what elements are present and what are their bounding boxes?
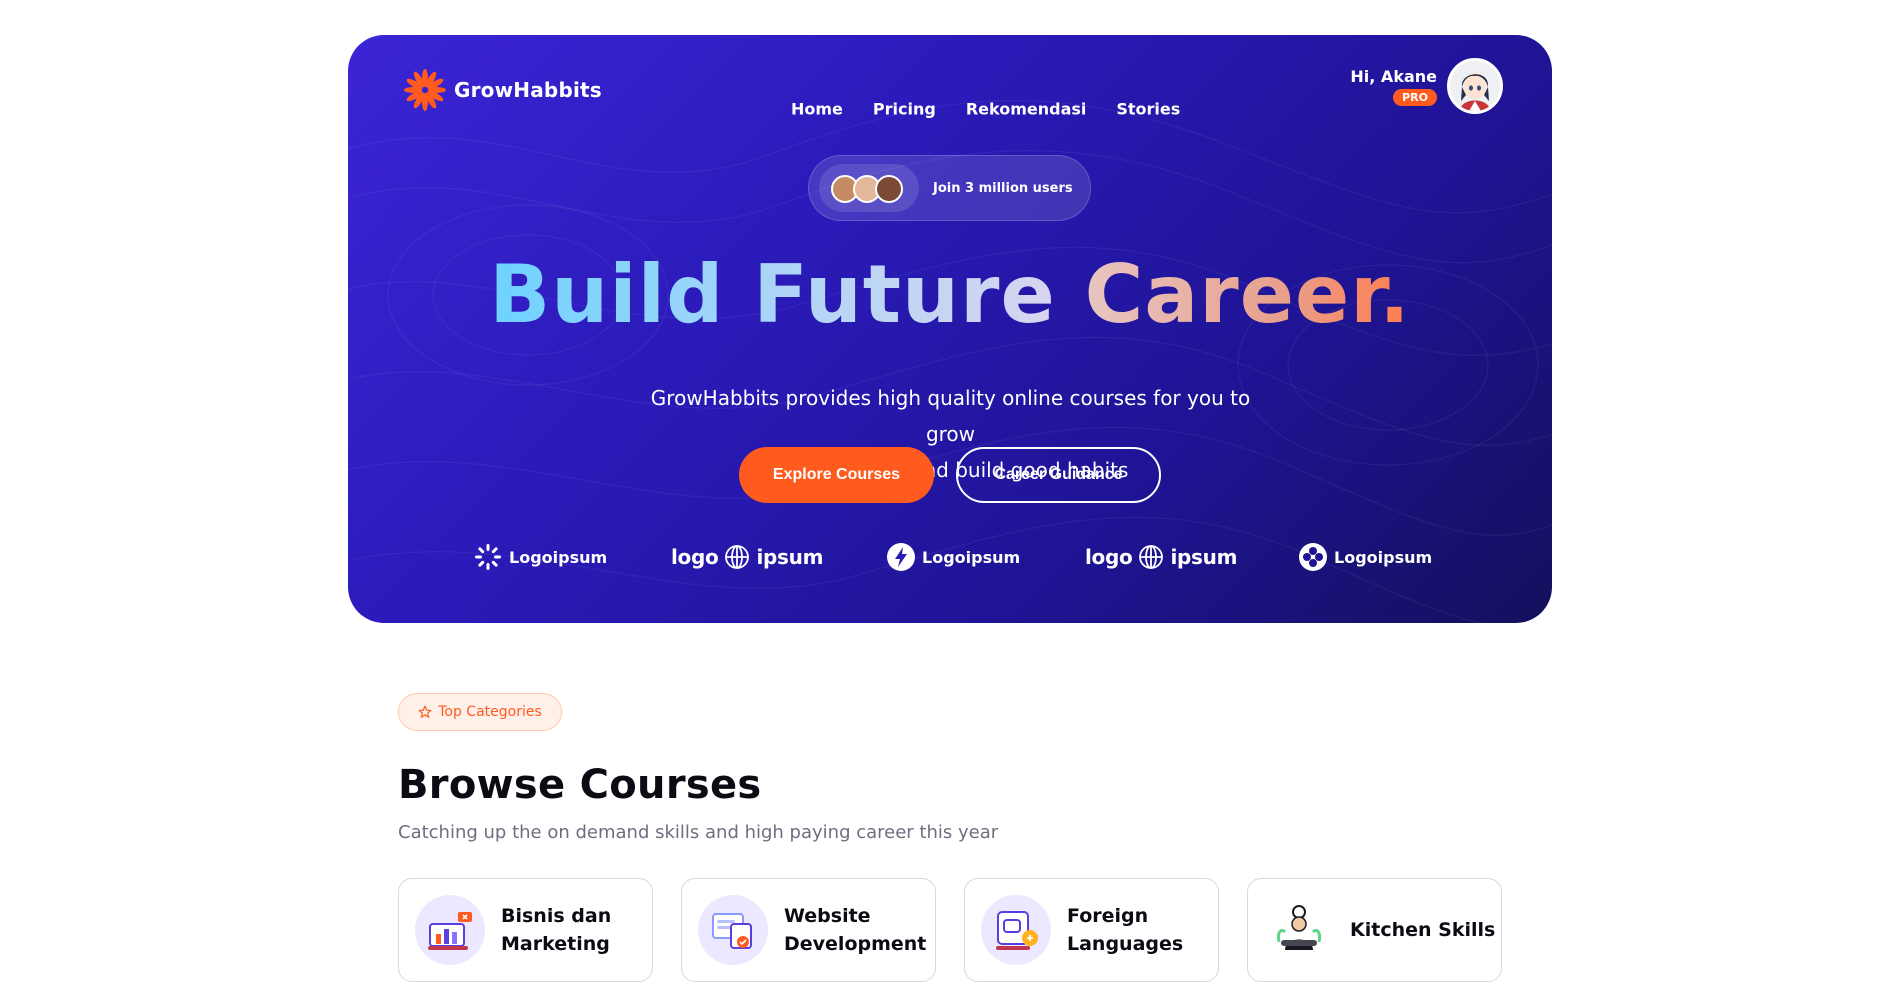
partner-logo-text-a: logo bbox=[671, 545, 719, 569]
top-categories-label: Top Categories bbox=[438, 704, 542, 720]
partner-logo-2: logo ipsum bbox=[671, 537, 823, 577]
category-label-line-1: Kitchen Skills bbox=[1350, 919, 1496, 941]
category-label-line-2: Languages bbox=[1067, 933, 1184, 955]
web-dev-icon bbox=[698, 895, 768, 965]
category-label-line-2: Development bbox=[784, 933, 927, 955]
partner-logo-1: Logoipsum bbox=[473, 537, 607, 577]
star-icon bbox=[418, 705, 432, 718]
partner-logos: Logoipsum logo ipsum Logoipsum logo ipsu… bbox=[348, 537, 1552, 577]
category-label-line-1: Website bbox=[784, 905, 871, 927]
user-faces-group bbox=[819, 164, 919, 212]
partner-logo-text-b: ipsum bbox=[756, 545, 824, 569]
hero-headline: Build Future Career. bbox=[348, 250, 1552, 340]
explore-courses-button[interactable]: Explore Courses bbox=[739, 447, 934, 503]
join-users-pill: Join 3 million users bbox=[808, 155, 1091, 221]
partner-logo-text: Logoipsum bbox=[1334, 547, 1433, 567]
category-label: Kitchen Skills bbox=[1350, 916, 1500, 944]
user-greeting: Hi, Akane bbox=[1350, 66, 1437, 86]
partner-logo-4: logo ipsum bbox=[1085, 537, 1237, 577]
nav-stories[interactable]: Stories bbox=[1116, 100, 1180, 119]
category-label-line-2: Marketing bbox=[501, 933, 610, 955]
category-card-bisnis-marketing[interactable]: Bisnis dan Marketing bbox=[398, 878, 653, 982]
hero-subtitle-line-1: GrowHabbits provides high quality online… bbox=[650, 386, 1251, 446]
bolt-icon bbox=[887, 543, 915, 571]
category-label-line-1: Bisnis dan bbox=[501, 905, 612, 927]
clover-icon bbox=[1299, 543, 1327, 571]
translate-icon bbox=[981, 895, 1051, 965]
partner-logo-text: Logoipsum bbox=[509, 547, 608, 567]
category-label-line-1: Foreign bbox=[1067, 905, 1149, 927]
user-face-icon bbox=[875, 175, 903, 203]
user-avatar-icon bbox=[1450, 61, 1500, 111]
avatar[interactable] bbox=[1447, 58, 1503, 114]
hero-banner: GrowHabbits Home Pricing Rekomendasi Sto… bbox=[348, 35, 1552, 623]
headline-part-1: Build Future bbox=[489, 248, 1056, 341]
top-navigation: GrowHabbits Home Pricing Rekomendasi Sto… bbox=[348, 35, 1552, 145]
user-info: Hi, Akane PRO bbox=[1350, 67, 1437, 106]
nav-pricing[interactable]: Pricing bbox=[873, 100, 936, 119]
partner-logo-text-b: ipsum bbox=[1170, 545, 1238, 569]
brand-name: GrowHabbits bbox=[454, 78, 602, 102]
section-title: Browse Courses bbox=[398, 762, 762, 808]
partner-logo-3: Logoipsum bbox=[886, 537, 1020, 577]
career-guidance-button[interactable]: Career Guidance bbox=[956, 447, 1161, 503]
category-card-kitchen-skills[interactable]: Kitchen Skills bbox=[1247, 878, 1502, 982]
pro-badge: PRO bbox=[1393, 88, 1437, 106]
category-label: Website Development bbox=[784, 902, 934, 958]
section-subtitle: Catching up the on demand skills and hig… bbox=[398, 822, 999, 843]
partner-logo-text: Logoipsum bbox=[922, 547, 1021, 567]
chart-icon bbox=[415, 895, 485, 965]
user-profile[interactable]: Hi, Akane PRO bbox=[1350, 58, 1503, 114]
hero-subtitle-line-2: your Hobbies and build good habits bbox=[772, 458, 1129, 482]
nav-home[interactable]: Home bbox=[791, 100, 843, 119]
partner-logo-5: Logoipsum bbox=[1298, 537, 1432, 577]
main-menu: Home Pricing Rekomendasi Stories bbox=[791, 100, 1180, 119]
sunburst-logo-icon bbox=[404, 69, 446, 111]
headline-part-2: Career. bbox=[1084, 248, 1411, 341]
category-card-foreign-languages[interactable]: Foreign Languages bbox=[964, 878, 1219, 982]
category-card-website-development[interactable]: Website Development bbox=[681, 878, 936, 982]
hero-subtitle: GrowHabbits provides high quality online… bbox=[628, 380, 1273, 488]
category-label: Foreign Languages bbox=[1067, 902, 1217, 958]
join-label: Join 3 million users bbox=[933, 180, 1073, 196]
globe-icon bbox=[725, 545, 750, 569]
globe-icon bbox=[1139, 545, 1164, 569]
brand-logo[interactable]: GrowHabbits bbox=[402, 65, 602, 115]
partner-logo-text-a: logo bbox=[1085, 545, 1133, 569]
category-cards: Bisnis dan Marketing Website Development bbox=[398, 878, 1502, 982]
chef-icon bbox=[1264, 895, 1334, 965]
nav-rekomendasi[interactable]: Rekomendasi bbox=[966, 100, 1087, 119]
sunburst-icon bbox=[475, 544, 501, 570]
category-label: Bisnis dan Marketing bbox=[501, 902, 651, 958]
top-categories-pill: Top Categories bbox=[398, 693, 562, 731]
